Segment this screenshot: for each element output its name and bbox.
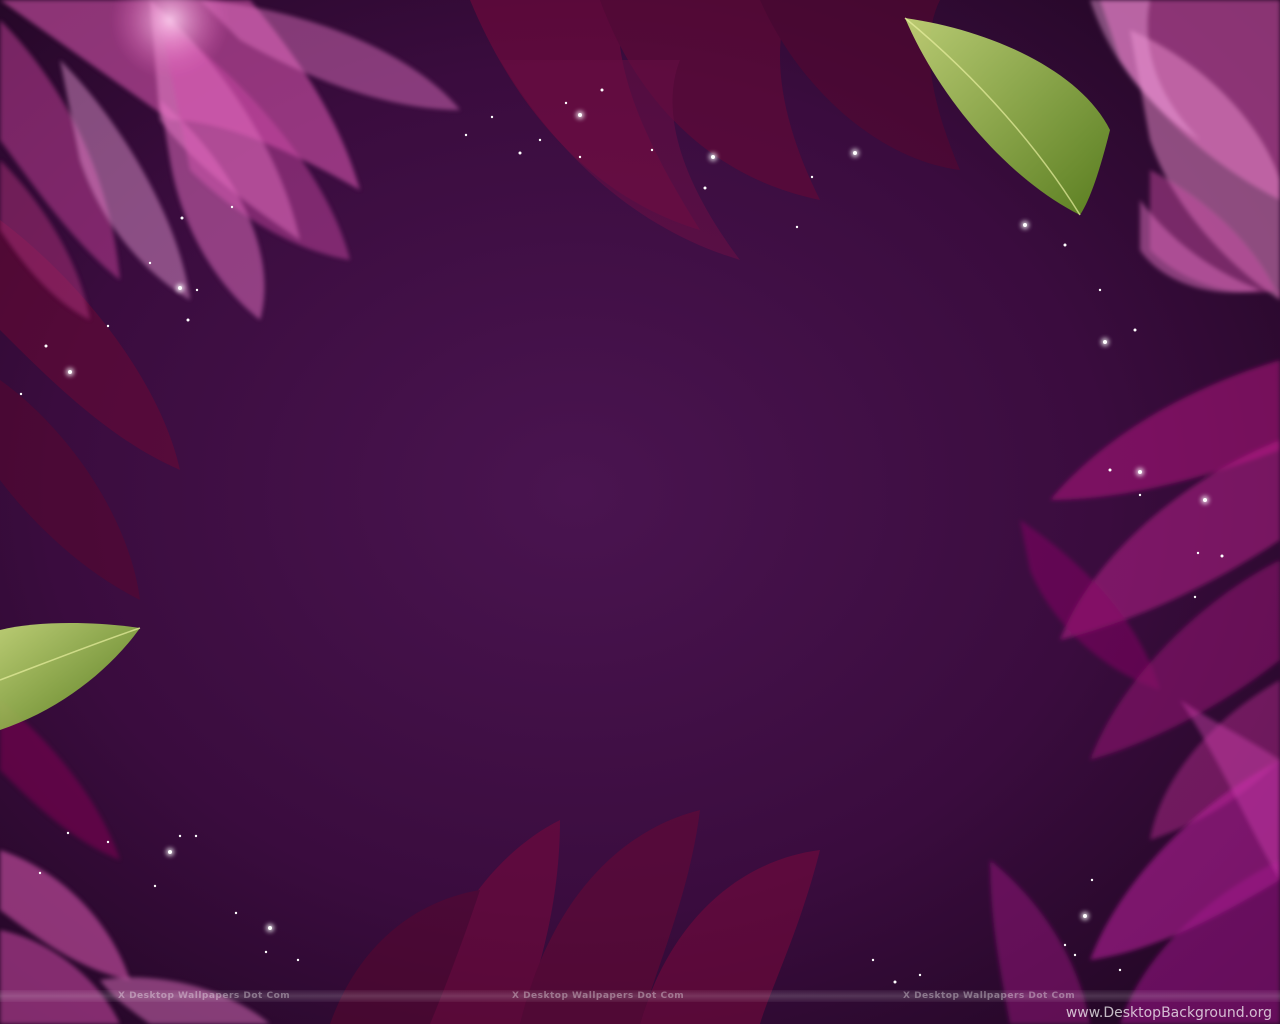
site-credit: www.DesktopBackground.org: [1065, 1005, 1272, 1021]
watermark-text: X Desktop Wallpapers Dot Com: [512, 991, 685, 1001]
watermark-text: X Desktop Wallpapers Dot Com: [903, 991, 1076, 1001]
wallpaper-scene: X Desktop Wallpapers Dot Com X Desktop W…: [0, 0, 1280, 1024]
floral-artwork: [0, 0, 1280, 1024]
watermark-text: X Desktop Wallpapers Dot Com: [118, 991, 291, 1001]
